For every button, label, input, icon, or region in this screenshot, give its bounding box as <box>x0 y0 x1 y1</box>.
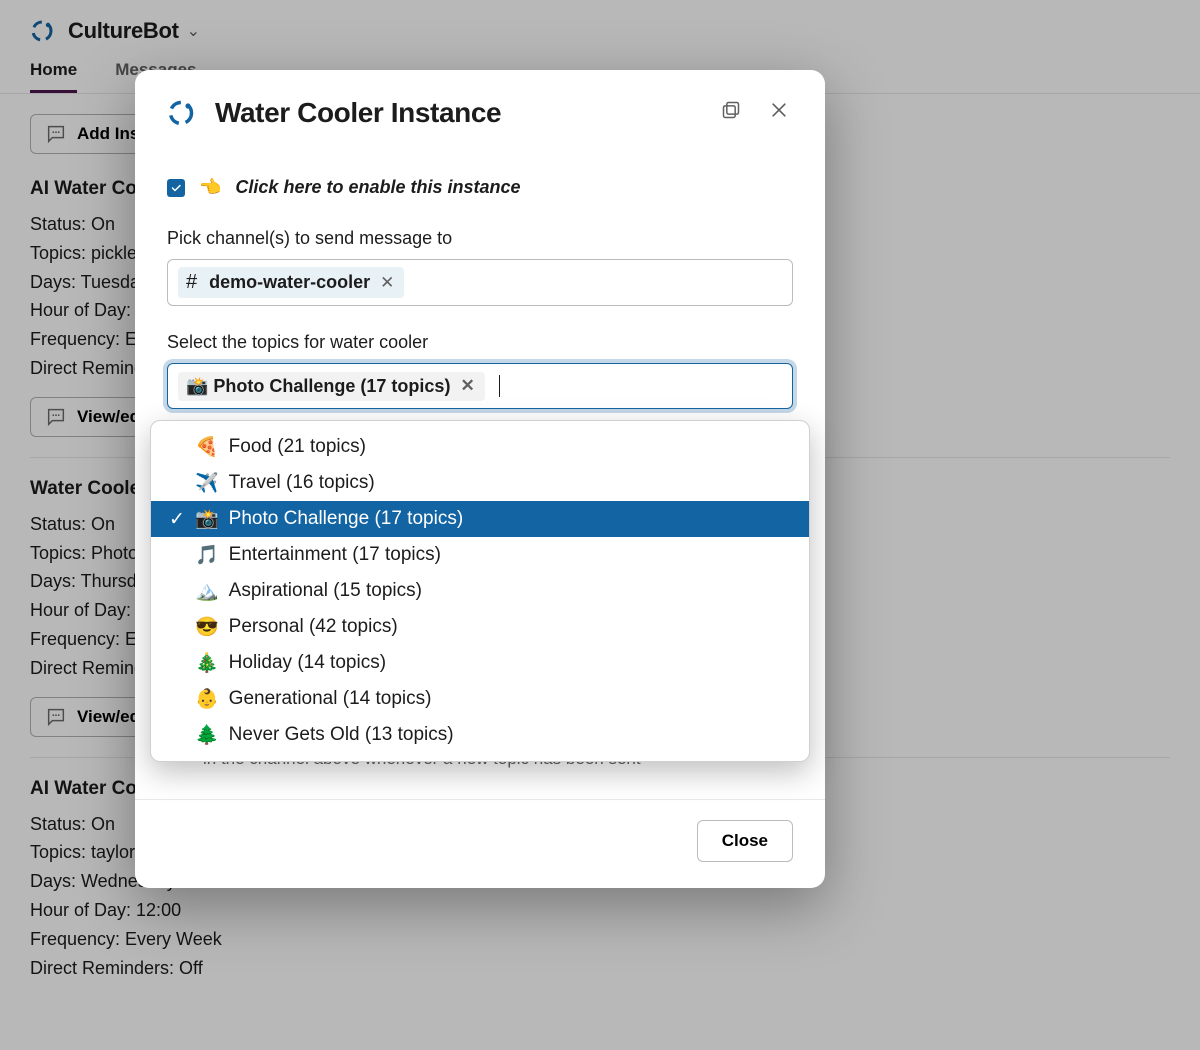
topics-select[interactable]: 📸 Photo Challenge (17 topics) ✕ <box>167 363 793 409</box>
new-window-icon[interactable] <box>717 96 745 129</box>
remove-channel-icon[interactable]: ✕ <box>378 273 396 293</box>
channel-field-label: Pick channel(s) to send message to <box>167 228 793 249</box>
topic-emoji-icon: 🎄 <box>195 651 219 675</box>
topics-field-label: Select the topics for water cooler <box>167 332 793 353</box>
dropdown-item-label: Travel (16 topics) <box>229 472 375 494</box>
modal-title: Water Cooler Instance <box>215 97 697 129</box>
dropdown-item-label: Personal (42 topics) <box>229 616 398 638</box>
hash-icon: # <box>186 271 197 294</box>
close-icon[interactable] <box>765 96 793 129</box>
dropdown-item-label: Photo Challenge (17 topics) <box>229 508 463 530</box>
topic-emoji-icon: 😎 <box>195 615 219 639</box>
dropdown-item[interactable]: 🍕 Food (21 topics) <box>151 429 809 465</box>
channel-select[interactable]: # demo-water-cooler ✕ <box>167 259 793 306</box>
pointing-hand-icon: 👈 <box>199 177 221 198</box>
enable-instance-row[interactable]: 👈 Click here to enable this instance <box>167 177 793 198</box>
checkmark-icon: ✓ <box>169 508 185 531</box>
modal-logo-icon <box>167 99 195 127</box>
channel-chip-label: demo-water-cooler <box>209 272 370 293</box>
modal-footer: Close <box>135 799 825 888</box>
enable-checkbox[interactable] <box>167 179 185 197</box>
dropdown-item[interactable]: 🌲 Never Gets Old (13 topics) <box>151 717 809 753</box>
topic-chip-label: 📸 Photo Challenge (17 topics) <box>186 376 450 397</box>
topics-dropdown[interactable]: 🍕 Food (21 topics) ✈️ Travel (16 topics) ✓ 📸 P… <box>150 420 810 762</box>
dropdown-item[interactable]: 😎 Personal (42 topics) <box>151 609 809 645</box>
topic-emoji-icon: 🏔️ <box>195 579 219 603</box>
enable-instance-label: Click here to enable this instance <box>235 177 520 198</box>
dropdown-item[interactable]: ✓ 📸 Photo Challenge (17 topics) <box>151 501 809 537</box>
close-button[interactable]: Close <box>697 820 793 862</box>
modal-header: Water Cooler Instance <box>135 70 825 139</box>
topic-emoji-icon: 🎵 <box>195 543 219 567</box>
remove-topic-icon[interactable]: ✕ <box>458 376 476 396</box>
dropdown-item[interactable]: 🎄 Holiday (14 topics) <box>151 645 809 681</box>
dropdown-item-label: Aspirational (15 topics) <box>229 580 422 602</box>
topic-emoji-icon: 🌲 <box>195 723 219 747</box>
topic-emoji-icon: ✈️ <box>195 471 219 495</box>
channel-chip: # demo-water-cooler ✕ <box>178 267 404 298</box>
dropdown-item[interactable]: 👶 Generational (14 topics) <box>151 681 809 717</box>
topic-emoji-icon: 👶 <box>195 687 219 711</box>
dropdown-item[interactable]: ✈️ Travel (16 topics) <box>151 465 809 501</box>
dropdown-item-label: Generational (14 topics) <box>229 688 432 710</box>
dropdown-item[interactable]: 🏔️ Aspirational (15 topics) <box>151 573 809 609</box>
topic-emoji-icon: 🍕 <box>195 435 219 459</box>
dropdown-item-label: Entertainment (17 topics) <box>229 544 441 566</box>
dropdown-item-label: Holiday (14 topics) <box>229 652 386 674</box>
topic-chip: 📸 Photo Challenge (17 topics) ✕ <box>178 372 485 401</box>
text-cursor <box>499 375 500 397</box>
dropdown-item-label: Never Gets Old (13 topics) <box>229 724 454 746</box>
dropdown-item-label: Food (21 topics) <box>229 436 366 458</box>
dropdown-item[interactable]: 🎵 Entertainment (17 topics) <box>151 537 809 573</box>
topic-emoji-icon: 📸 <box>195 507 219 531</box>
